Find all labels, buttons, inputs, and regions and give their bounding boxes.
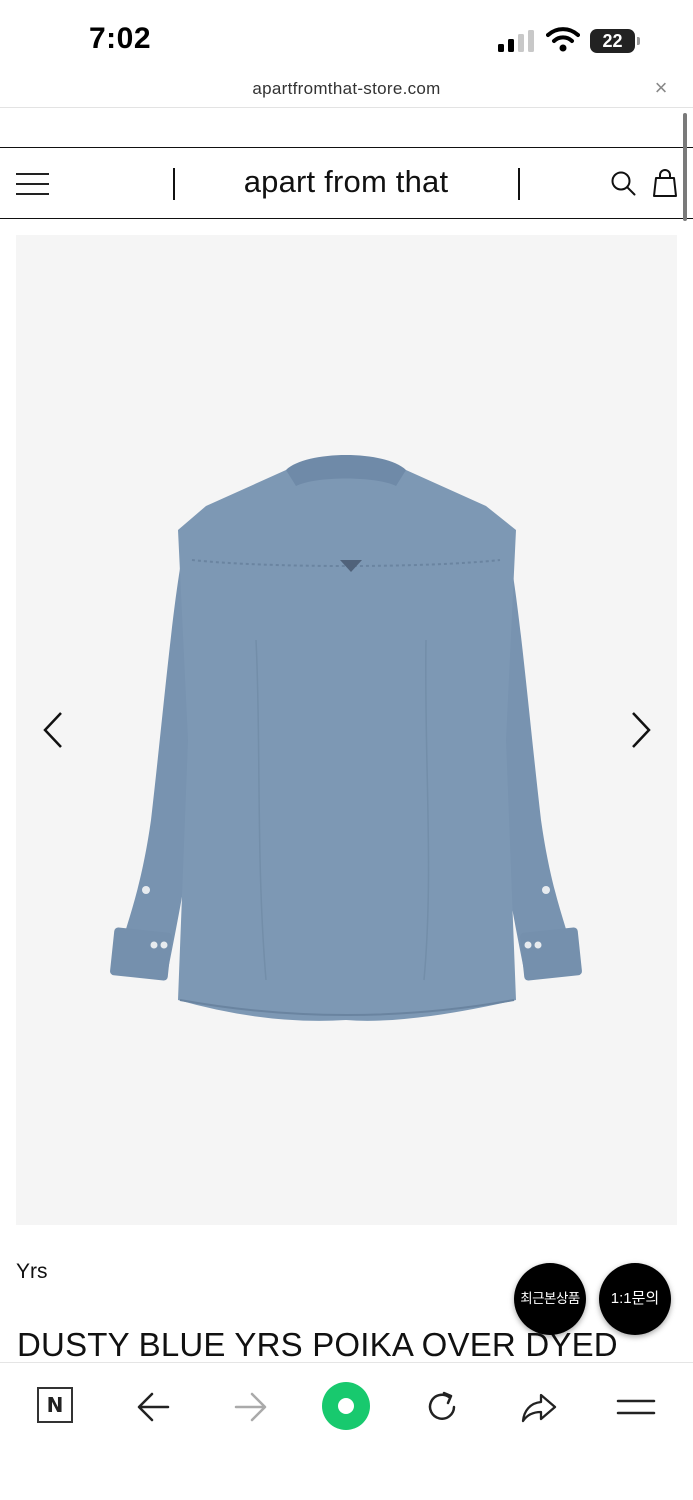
battery-tip: [637, 37, 640, 45]
product-brand[interactable]: Yrs: [16, 1260, 48, 1284]
product-title: DUSTY BLUE YRS POIKA OVER DYED: [17, 1326, 618, 1363]
product-gallery[interactable]: [16, 235, 677, 1225]
inquiry-button[interactable]: 1:1문의: [599, 1263, 671, 1335]
header-divider-right: [518, 168, 520, 200]
scrollbar[interactable]: [683, 113, 687, 221]
hamburger-menu-icon[interactable]: [16, 172, 49, 196]
refresh-icon[interactable]: [422, 1387, 462, 1427]
search-icon[interactable]: [610, 170, 636, 196]
naver-n-icon[interactable]: N: [37, 1387, 73, 1423]
next-image-arrow[interactable]: [627, 710, 653, 750]
battery-level: 22: [590, 29, 635, 53]
wifi-icon: [546, 27, 580, 52]
previous-image-arrow[interactable]: [41, 710, 67, 750]
url-text[interactable]: apartfromthat-store.com: [0, 79, 693, 99]
browser-toolbar: N: [0, 1362, 693, 1500]
product-image: [110, 455, 582, 1021]
status-bar: 7:02 22: [0, 0, 693, 70]
url-bar[interactable]: apartfromthat-store.com ×: [0, 70, 693, 108]
cellular-signal-icon: [498, 30, 534, 52]
back-arrow-icon[interactable]: [134, 1387, 174, 1427]
site-logo[interactable]: apart from that: [176, 164, 516, 200]
share-icon[interactable]: [519, 1387, 559, 1427]
status-time: 7:02: [89, 22, 152, 55]
shopping-bag-icon[interactable]: [652, 168, 678, 198]
menu-icon[interactable]: [616, 1387, 656, 1427]
site-header: apart from that: [0, 147, 693, 219]
recently-viewed-button[interactable]: 최근본상품: [514, 1263, 586, 1335]
home-green-dot-icon[interactable]: [322, 1382, 370, 1430]
battery-indicator: 22: [590, 29, 640, 53]
close-icon[interactable]: ×: [649, 76, 673, 100]
header-divider-left: [173, 168, 175, 200]
forward-arrow-icon[interactable]: [230, 1387, 270, 1427]
